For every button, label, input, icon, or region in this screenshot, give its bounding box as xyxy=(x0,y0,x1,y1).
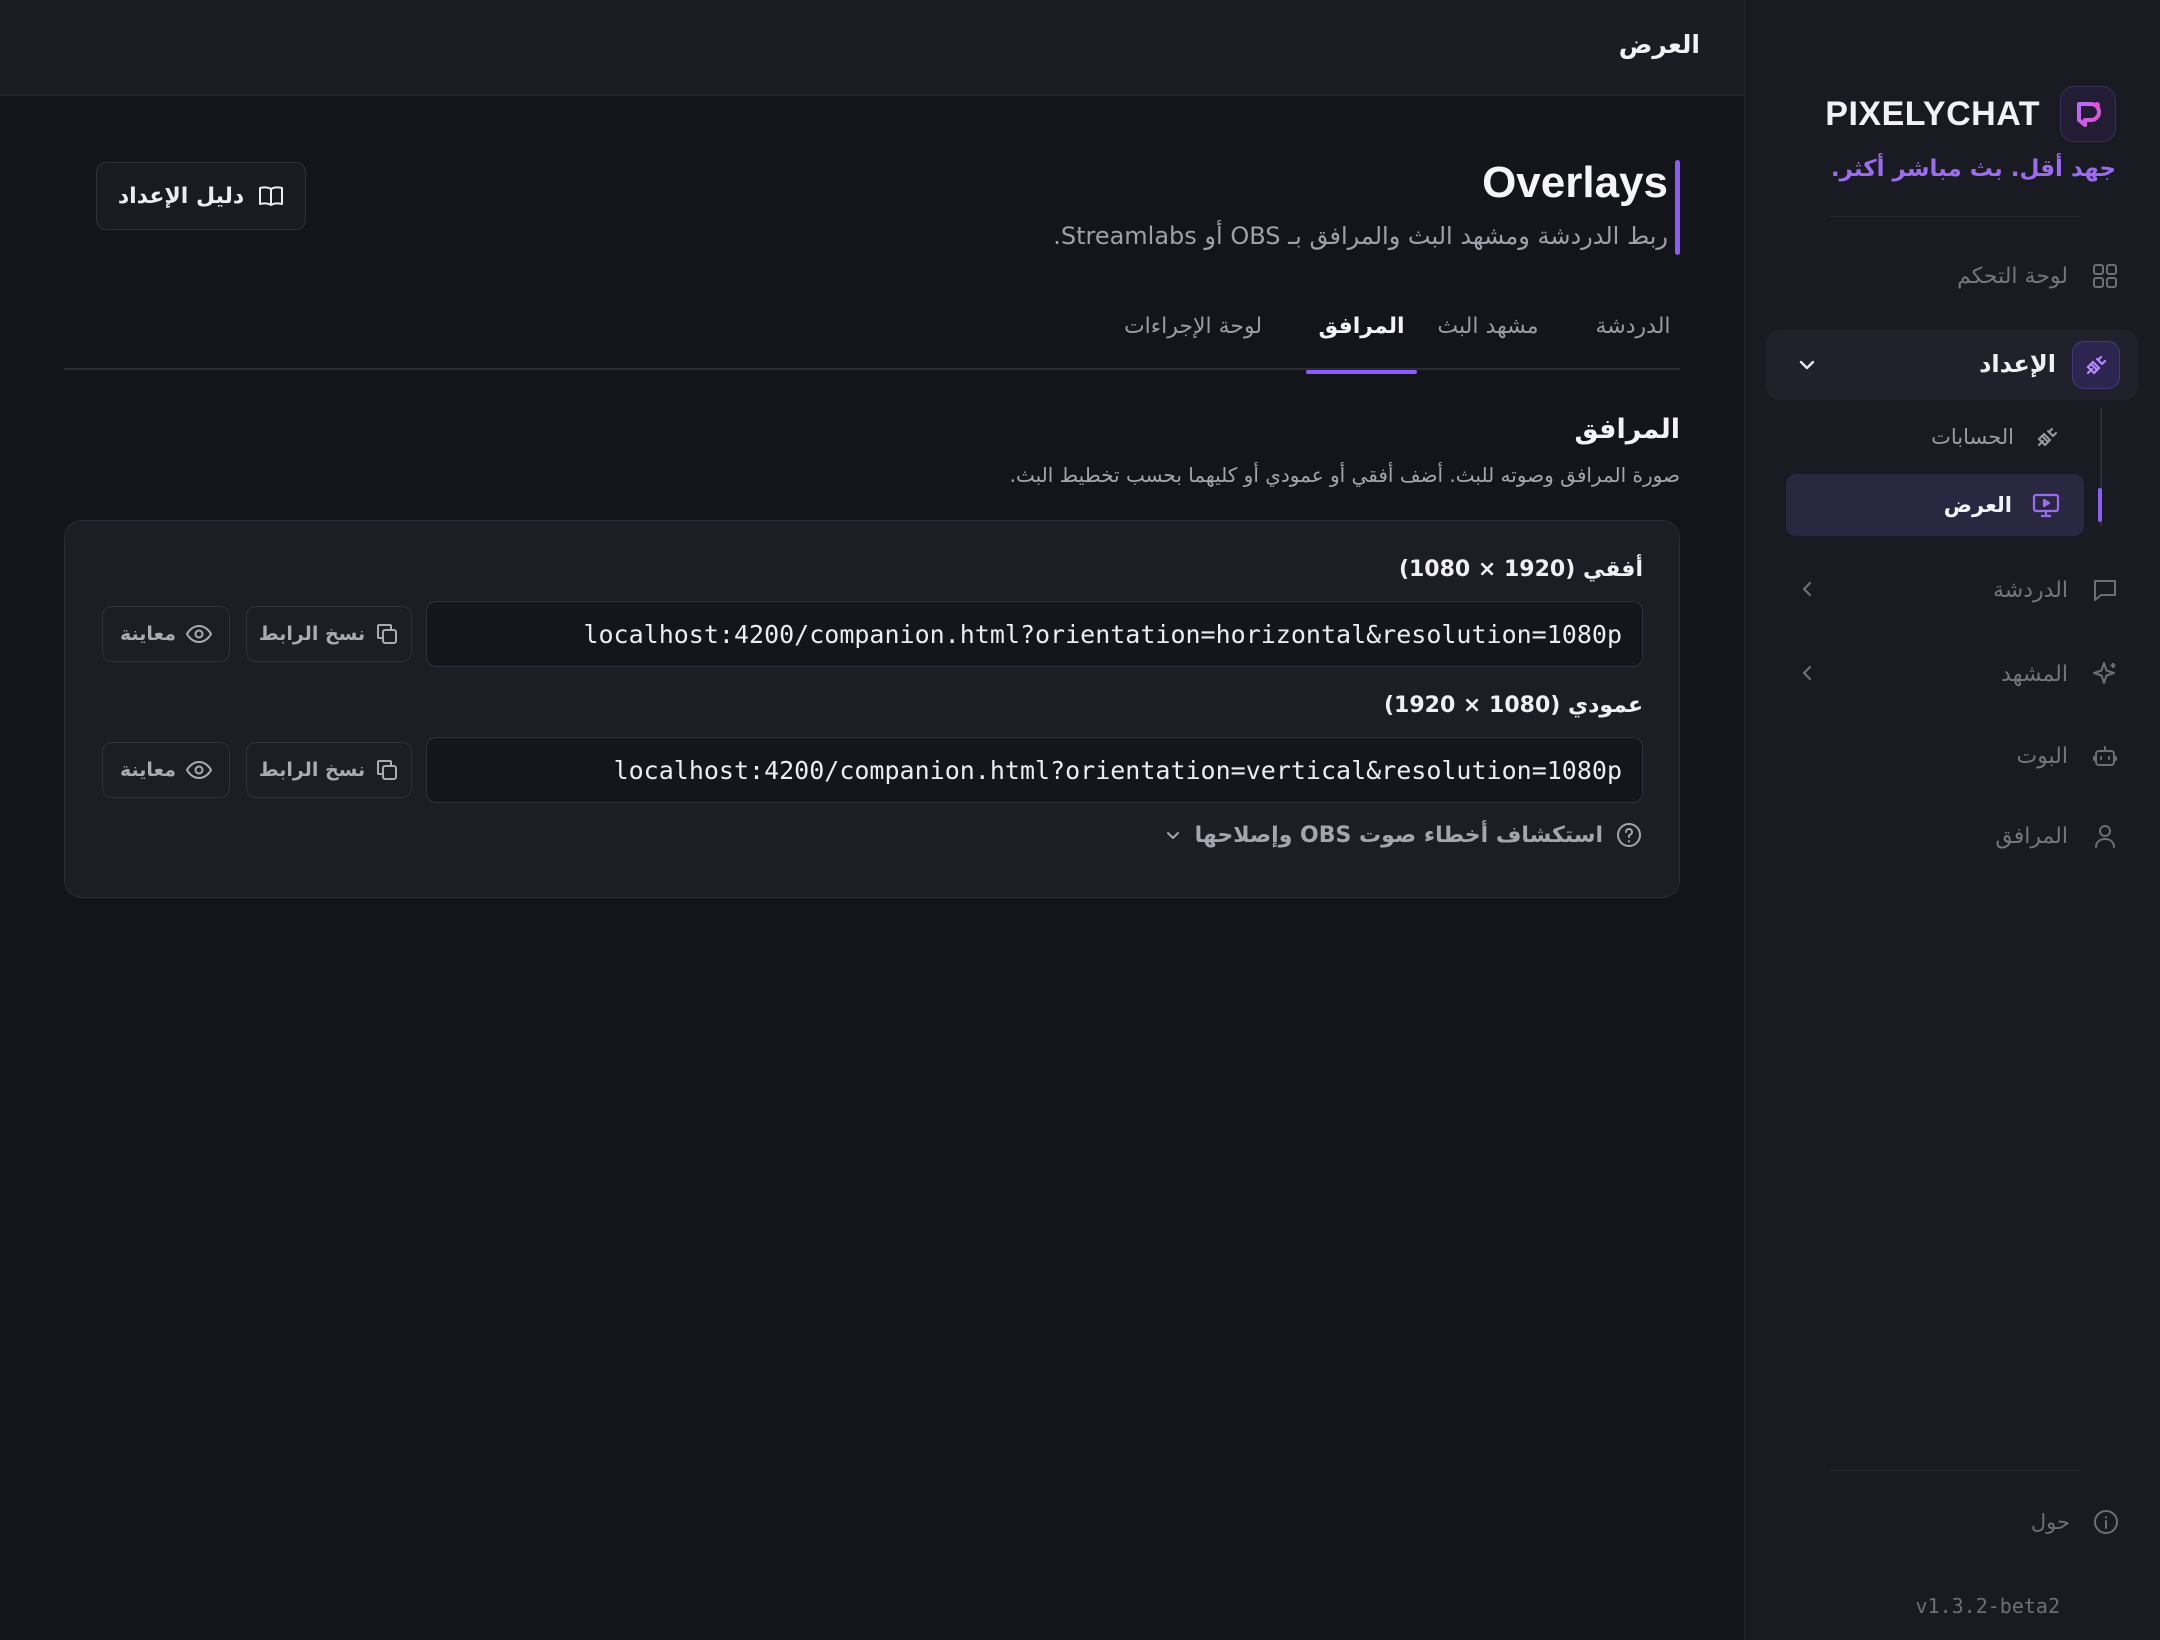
brand: PIXELYCHAT xyxy=(1825,86,2116,142)
plug-icon xyxy=(2034,424,2060,450)
grid-icon xyxy=(2090,261,2120,291)
topbar-title: العرض xyxy=(1618,30,1700,59)
preview-button[interactable]: معاينة xyxy=(102,606,230,662)
eye-icon xyxy=(186,760,213,780)
tab-chat[interactable]: الدردشة xyxy=(1586,314,1680,370)
obs-audio-troubleshoot-toggle[interactable]: استكشاف أخطاء صوت OBS وإصلاحها xyxy=(1163,821,1643,849)
tab-stream-scene[interactable]: مشهد البث xyxy=(1420,314,1556,370)
section-title: المرافق xyxy=(1574,414,1680,445)
sidebar-item-label: المشهد xyxy=(2001,661,2068,687)
title-accent-bar xyxy=(1675,160,1680,255)
section-description: صورة المرافق وصوته للبث. أضف أفقي أو عمو… xyxy=(1009,463,1680,487)
chevron-left-icon xyxy=(1796,578,1818,600)
app-tagline: جهد أقل. بث مباشر أكثر. xyxy=(1830,156,2116,182)
sidebar-item-label: حول xyxy=(2030,1510,2070,1534)
preview-button[interactable]: معاينة xyxy=(102,742,230,798)
companion-overlays-card: أفقي (1920 × 1080) localhost:4200/compan… xyxy=(64,520,1680,898)
help-circle-icon xyxy=(1615,821,1643,849)
tab-companion[interactable]: المرافق xyxy=(1306,314,1417,374)
sidebar-item-label: الإعداد xyxy=(1979,350,2056,378)
overlay-url-field-vertical[interactable]: localhost:4200/companion.html?orientatio… xyxy=(426,737,1643,803)
chat-bubble-icon xyxy=(2090,575,2120,605)
overlay-label-horizontal: أفقي (1920 × 1080) xyxy=(1398,557,1643,582)
tab-actions-panel[interactable]: لوحة الإجراءات xyxy=(1106,314,1280,370)
app-version: v1.3.2-beta2 xyxy=(1915,1594,2061,1618)
overlay-tabs: الدردشة مشهد البث المرافق لوحة الإجراءات xyxy=(64,310,1680,374)
sidebar-item-chat[interactable]: الدردشة xyxy=(1796,560,2120,620)
sidebar: PIXELYCHAT جهد أقل. بث مباشر أكثر. لوحة … xyxy=(1744,0,2160,1640)
app-logo-icon xyxy=(2060,86,2116,142)
monitor-play-icon xyxy=(2032,492,2060,518)
top-bar: العرض xyxy=(0,0,1744,96)
sidebar-item-label: البوت xyxy=(2016,743,2068,769)
copy-icon xyxy=(375,758,399,782)
sidebar-item-label: المرافق xyxy=(1995,823,2068,849)
sidebar-item-companion[interactable]: المرافق xyxy=(1796,806,2120,866)
sidebar-subitem-label: الحسابات xyxy=(1931,425,2014,449)
preview-label: معاينة xyxy=(119,759,177,781)
app-name: PIXELYCHAT xyxy=(1825,94,2040,133)
copy-link-label: نسخ الرابط xyxy=(258,759,366,781)
divider xyxy=(1830,1470,2080,1471)
chevron-down-icon[interactable] xyxy=(1796,354,1818,376)
copy-link-button[interactable]: نسخ الرابط xyxy=(246,742,412,798)
sidebar-subitem-accounts[interactable]: الحسابات xyxy=(1786,406,2084,468)
plug-icon xyxy=(2072,341,2120,389)
sidebar-item-scene[interactable]: المشهد xyxy=(1796,644,2120,704)
divider xyxy=(1830,216,2080,217)
sidebar-subitem-label: العرض xyxy=(1943,493,2012,517)
eye-icon xyxy=(186,624,213,644)
robot-icon xyxy=(2090,741,2120,771)
setup-guide-label: دليل الإعداد xyxy=(117,183,245,209)
chevron-down-icon xyxy=(1163,825,1183,845)
sparkles-icon xyxy=(2090,659,2120,689)
setup-guide-button[interactable]: دليل الإعداد xyxy=(96,162,306,230)
page-title: Overlays xyxy=(1482,158,1668,207)
sidebar-item-about[interactable]: حول xyxy=(2031,1508,2120,1536)
sidebar-subitem-overlays[interactable]: العرض xyxy=(1786,474,2084,536)
chevron-left-icon xyxy=(1796,662,1818,684)
preview-label: معاينة xyxy=(119,623,177,645)
sidebar-item-setup[interactable]: الإعداد xyxy=(1766,330,2138,400)
troubleshoot-label: استكشاف أخطاء صوت OBS وإصلاحها xyxy=(1194,822,1603,848)
sidebar-item-label: لوحة التحكم xyxy=(1957,263,2068,289)
sidebar-item-bot[interactable]: البوت xyxy=(1796,726,2120,786)
copy-link-button[interactable]: نسخ الرابط xyxy=(246,606,412,662)
page-subtitle: ربط الدردشة ومشهد البث والمرافق بـ OBS أ… xyxy=(1053,222,1668,250)
user-icon xyxy=(2090,821,2120,851)
overlay-label-vertical: عمودي (1080 × 1920) xyxy=(1383,693,1643,718)
submenu-active-indicator xyxy=(2098,488,2102,522)
book-icon xyxy=(258,184,284,208)
sidebar-item-dashboard[interactable]: لوحة التحكم xyxy=(1796,246,2120,306)
sidebar-item-label: الدردشة xyxy=(1992,577,2068,603)
copy-icon xyxy=(375,622,399,646)
overlay-url-field-horizontal[interactable]: localhost:4200/companion.html?orientatio… xyxy=(426,601,1643,667)
copy-link-label: نسخ الرابط xyxy=(258,623,366,645)
info-icon xyxy=(2092,1508,2120,1536)
